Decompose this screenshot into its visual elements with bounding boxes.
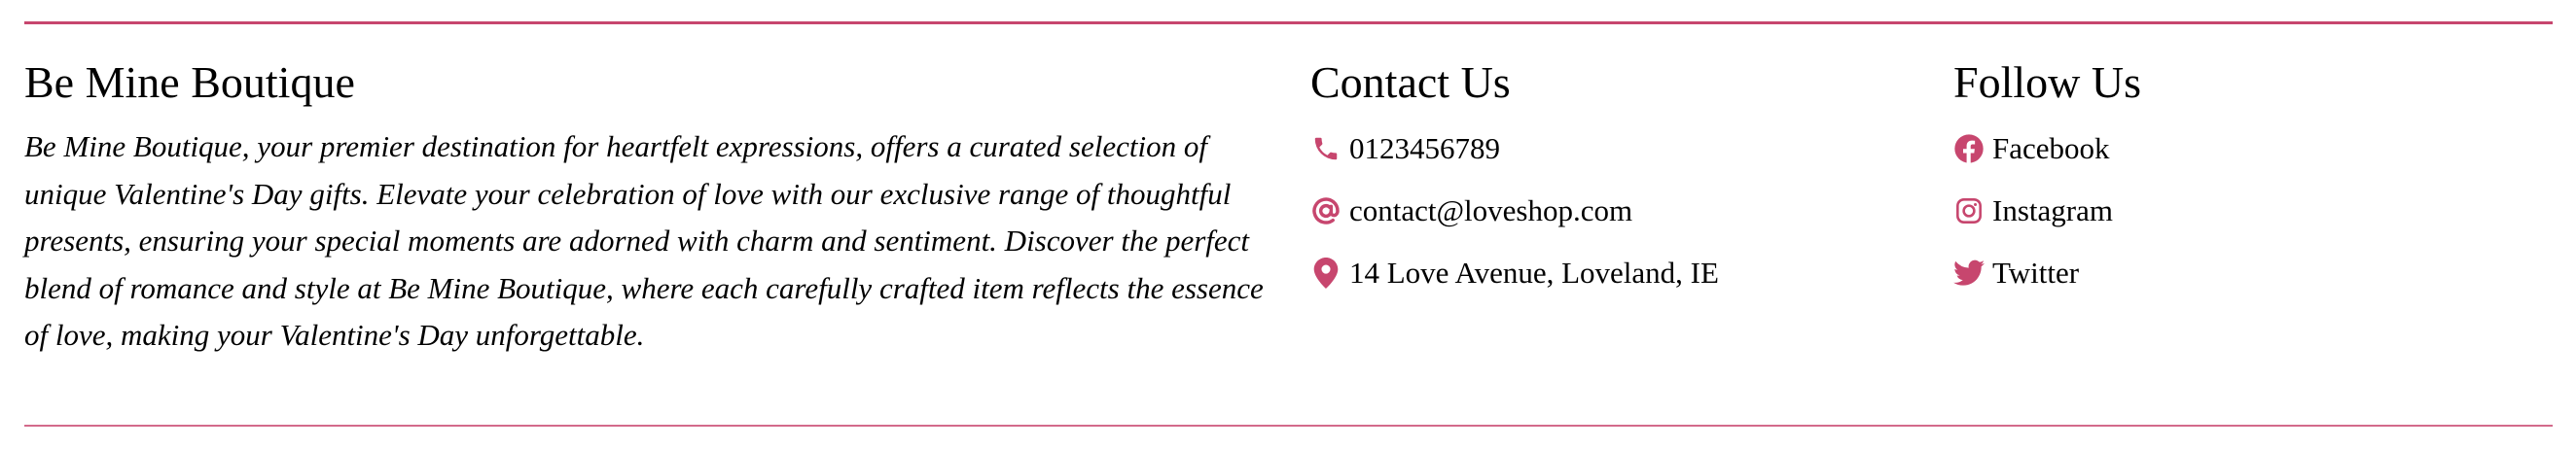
follow-heading: Follow Us — [1953, 57, 2141, 107]
social-link-twitter[interactable]: Twitter — [1953, 250, 2537, 296]
about-heading: Be Mine Boutique — [24, 57, 355, 107]
contact-address[interactable]: 14 Love Avenue, Loveland, IE — [1310, 250, 1914, 296]
contact-section: Contact Us 0123456789 contact@loveshop.c… — [1310, 55, 1914, 312]
contact-list: 0123456789 contact@loveshop.com 14 Love … — [1310, 125, 1914, 296]
contact-phone-text: 0123456789 — [1349, 131, 1500, 165]
social-instagram-label: Instagram — [1992, 193, 2113, 227]
contact-phone[interactable]: 0123456789 — [1310, 125, 1914, 172]
contact-email[interactable]: contact@loveshop.com — [1310, 188, 1914, 234]
phone-icon — [1310, 133, 1342, 164]
facebook-icon — [1953, 133, 1985, 164]
contact-heading: Contact Us — [1310, 57, 1511, 107]
site-footer: Be Mine Boutique Be Mine Boutique, your … — [0, 24, 2576, 423]
location-pin-icon — [1310, 258, 1342, 289]
twitter-icon — [1953, 258, 1985, 289]
at-icon — [1310, 195, 1342, 226]
social-facebook-label: Facebook — [1992, 131, 2110, 165]
social-link-instagram[interactable]: Instagram — [1953, 188, 2537, 234]
about-description: Be Mine Boutique, your premier destinati… — [24, 129, 1264, 352]
social-list: Facebook Instagram Twitter — [1953, 125, 2537, 296]
contact-email-text: contact@loveshop.com — [1349, 193, 1633, 227]
social-link-facebook[interactable]: Facebook — [1953, 125, 2537, 172]
social-twitter-label: Twitter — [1992, 256, 2080, 290]
follow-section: Follow Us Facebook Instagram Twitter — [1953, 55, 2537, 312]
footer-bottom-divider — [24, 425, 2553, 427]
instagram-icon — [1953, 195, 1985, 226]
contact-address-text: 14 Love Avenue, Loveland, IE — [1349, 256, 1719, 290]
about-section: Be Mine Boutique Be Mine Boutique, your … — [24, 55, 1289, 360]
